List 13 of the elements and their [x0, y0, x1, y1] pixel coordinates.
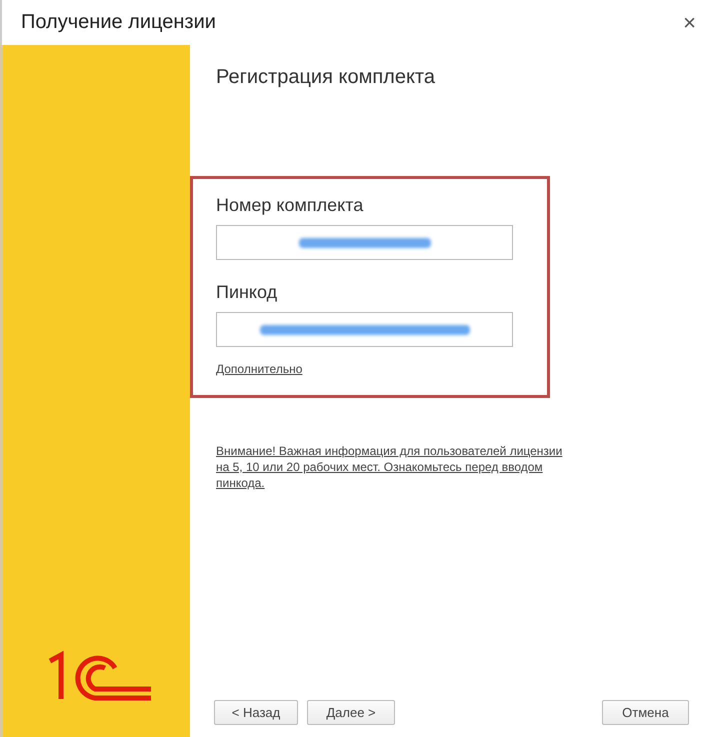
back-button[interactable]: < Назад: [214, 700, 298, 725]
close-button[interactable]: ×: [683, 10, 696, 36]
next-button[interactable]: Далее >: [307, 700, 395, 725]
logo-icon: [47, 649, 154, 701]
notice-link[interactable]: Внимание! Важная информация для пользователей лицензии на 5, 10 или 20 рабочих мест. Ознакомьтесь перед вводом пинкода.: [216, 443, 576, 491]
more-link[interactable]: Дополнительно: [216, 362, 302, 376]
input-field[interactable]: [216, 312, 513, 347]
field-label: Пинкод: [216, 282, 278, 303]
input-field[interactable]: [216, 225, 513, 260]
cancel-button[interactable]: Отмена: [602, 700, 689, 725]
field-label: Номер комплекта: [216, 195, 364, 216]
window-title: Получение лицензии: [21, 11, 216, 34]
section-heading: Регистрация комплекта: [216, 66, 436, 89]
